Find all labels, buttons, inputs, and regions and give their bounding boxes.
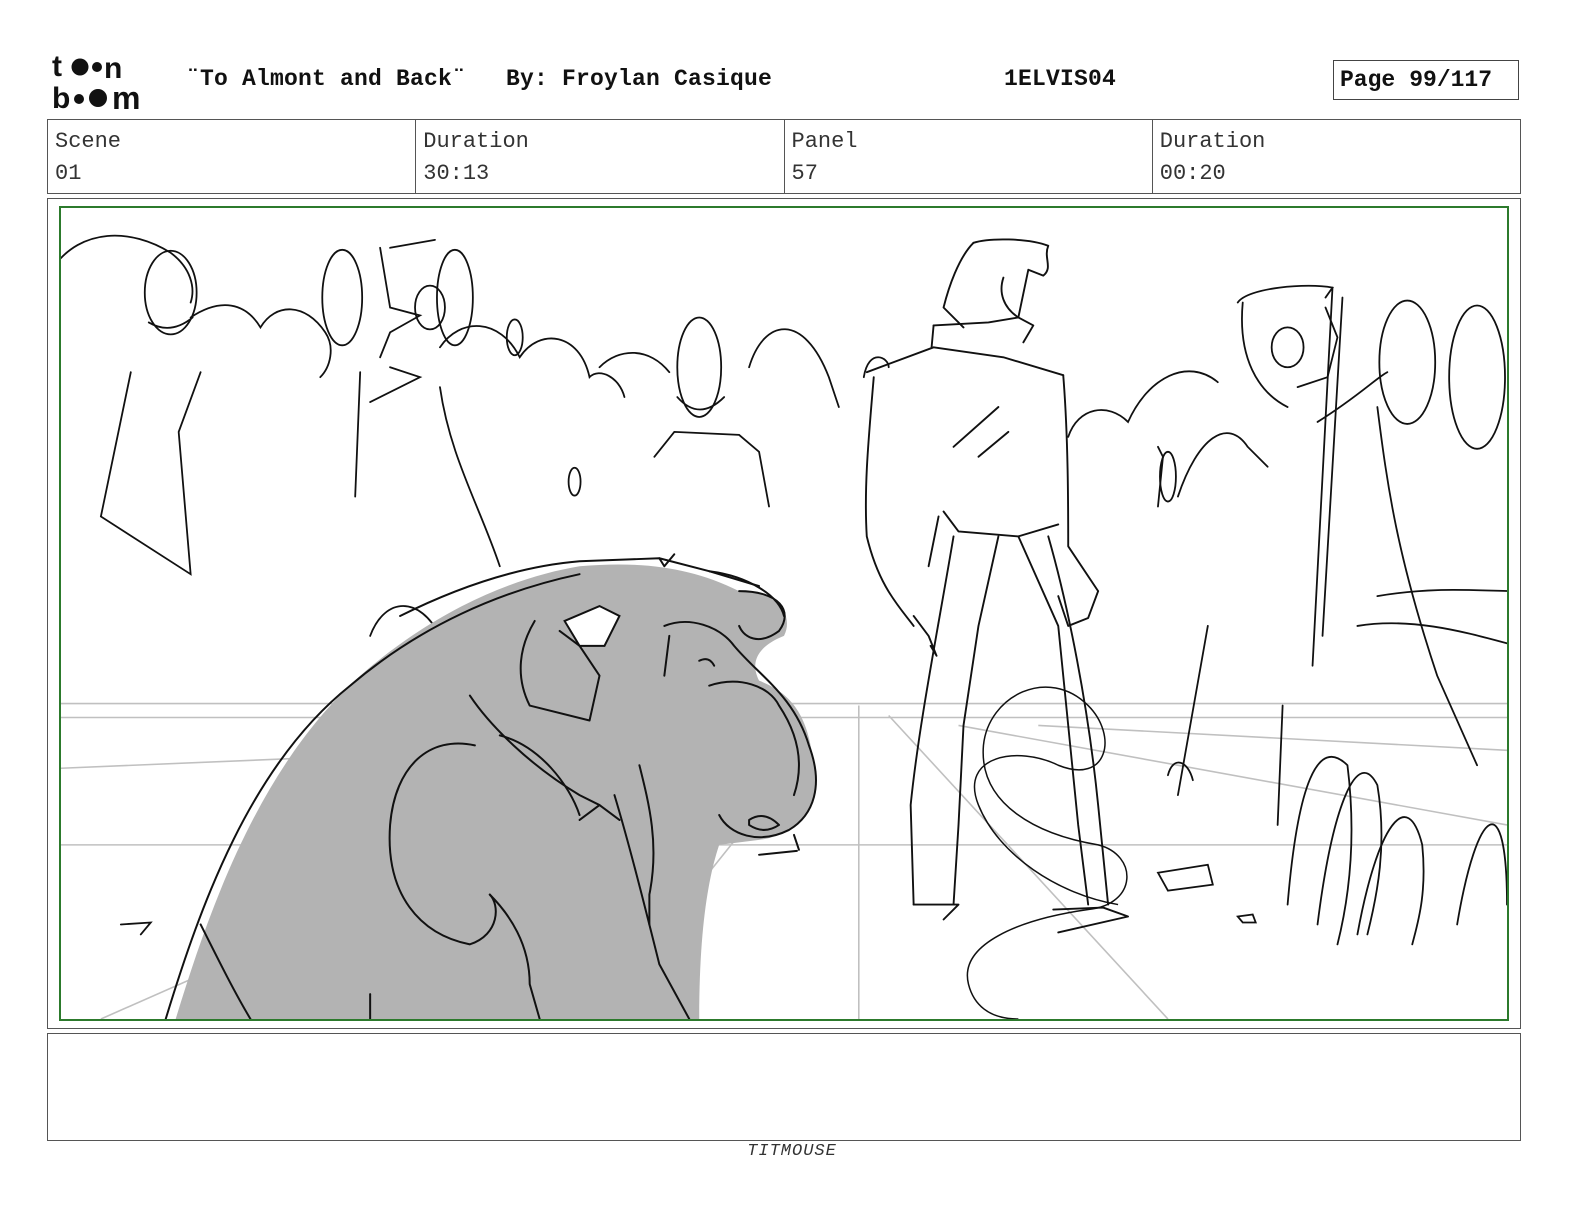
scene-value: 01 [55,161,82,186]
page-label: Page [1340,67,1396,93]
panel-cell: Panel 57 [785,120,1153,193]
panel-value: 57 [791,161,818,186]
page-indicator: Page 99/117 [1333,60,1519,100]
scene-info-row: Scene 01 Duration 30:13 Panel 57 Duratio… [47,119,1521,194]
svg-text:b: b [52,82,70,112]
author-credit: By: Froylan Casique [506,66,773,92]
scene-duration-cell: Duration 30:13 [416,120,785,193]
svg-text:m: m [112,80,140,112]
page-number: 99/117 [1409,67,1493,93]
scene-duration-label: Duration [423,129,529,154]
panel-duration-cell: Duration 00:20 [1153,120,1520,193]
standing-character-sketch [864,238,1129,934]
panel-duration-label: Duration [1159,129,1266,154]
scene-label: Scene [55,129,122,154]
gorilla-sketch [164,553,817,1019]
svg-text:t: t [52,50,62,83]
studio-footer: TITMOUSE [747,1142,837,1161]
scene-cell: Scene 01 [48,120,417,193]
scene-duration-value: 30:13 [423,161,490,186]
sketch-drawing [61,234,1507,1019]
storyboard-panel-sketch [59,206,1509,1021]
episode-code: 1ELVIS04 [1004,66,1117,92]
dialog-notes-box [47,1033,1521,1141]
panel-duration-value: 00:20 [1159,161,1226,186]
storyboard-title: ¨To Almont and Back¨ [186,66,467,92]
toon-boom-logo: t n b m [52,50,164,116]
panel-label: Panel [791,129,858,154]
